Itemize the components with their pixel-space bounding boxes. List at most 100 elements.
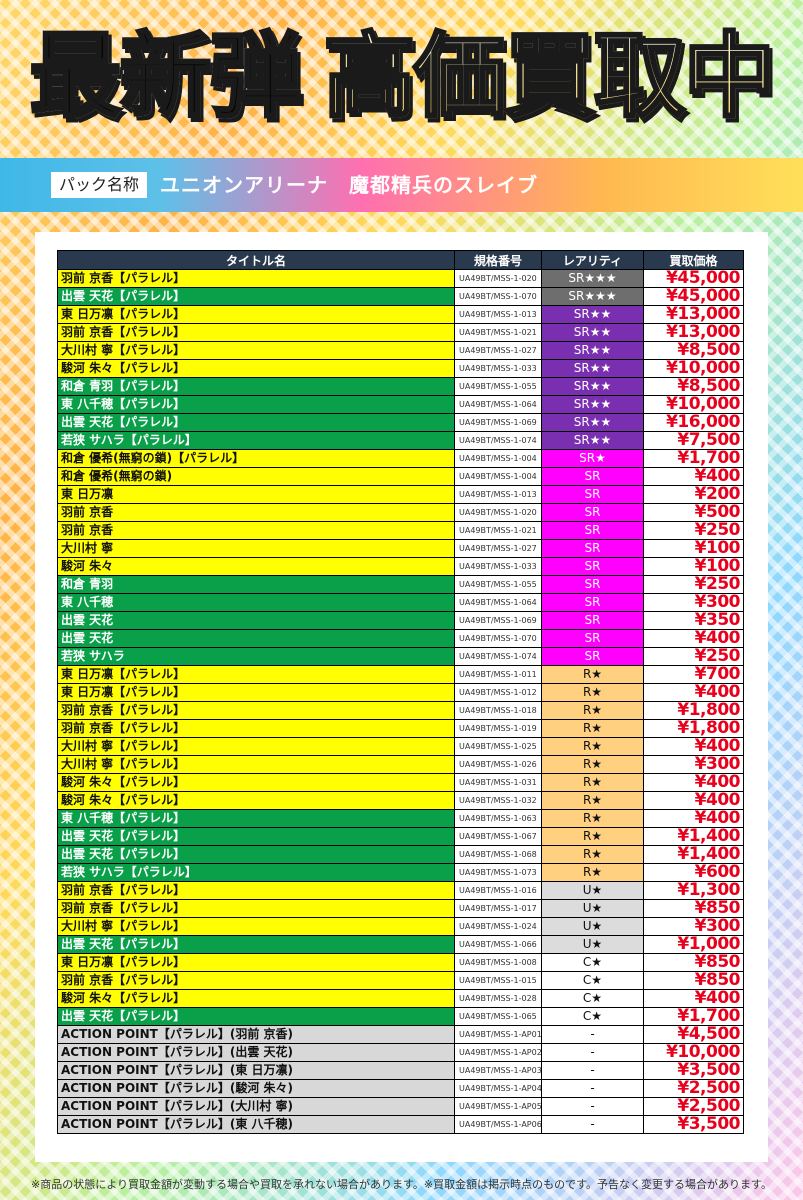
card-code: UA49BT/MSS-1-064 [454,395,542,414]
table-row: 出雲 天花【パラレル】 UA49BT/MSS-1-066 U★ ¥1,000 [57,935,744,954]
card-rarity: SR★★ [541,323,644,342]
card-code: UA49BT/MSS-1-012 [454,683,542,702]
card-price: ¥45,000 [643,287,744,306]
card-code: UA49BT/MSS-1-020 [454,503,542,522]
table-row: 和倉 優希(無窮の鎖) UA49BT/MSS-1-004 SR ¥400 [57,467,744,486]
card-price: ¥400 [643,467,744,486]
card-code: UA49BT/MSS-1-027 [454,341,542,360]
card-code: UA49BT/MSS-1-013 [454,305,542,324]
card-title: 東 八千穂【パラレル】 [57,395,455,414]
card-code: UA49BT/MSS-1-008 [454,953,542,972]
card-title: 羽前 京香【パラレル】 [57,719,455,738]
card-price: ¥100 [643,557,744,576]
card-code: UA49BT/MSS-1-067 [454,827,542,846]
card-code: UA49BT/MSS-1-026 [454,755,542,774]
card-price: ¥400 [643,773,744,792]
card-price: ¥2,500 [643,1097,744,1116]
table-row: 大川村 寧【パラレル】 UA49BT/MSS-1-026 R★ ¥300 [57,755,744,774]
card-rarity: C★ [541,953,644,972]
card-title: ACTION POINT【パラレル】(大川村 寧) [57,1097,455,1116]
card-price: ¥850 [643,971,744,990]
table-row: 羽前 京香 UA49BT/MSS-1-021 SR ¥250 [57,521,744,540]
header-rarity: レアリティ [541,250,644,270]
card-title: 出雲 天花【パラレル】 [57,1007,455,1026]
table-row: 出雲 天花【パラレル】 UA49BT/MSS-1-069 SR★★ ¥16,000 [57,413,744,432]
card-rarity: SR [541,647,644,666]
card-code: UA49BT/MSS-1-021 [454,323,542,342]
card-rarity: SR [541,557,644,576]
card-price: ¥700 [643,665,744,684]
card-title: ACTION POINT【パラレル】(東 八千穂) [57,1115,455,1134]
card-title: 若狭 サハラ【パラレル】 [57,431,455,450]
card-title: 羽前 京香【パラレル】 [57,971,455,990]
card-rarity: U★ [541,881,644,900]
table-header-row: タイトル名 規格番号 レアリティ 買取価格 [57,250,744,270]
table-row: 若狭 サハラ【パラレル】 UA49BT/MSS-1-074 SR★★ ¥7,500 [57,431,744,450]
card-rarity: R★ [541,701,644,720]
card-title: 大川村 寧【パラレル】 [57,917,455,936]
card-code: UA49BT/MSS-1-017 [454,899,542,918]
card-price: ¥1,300 [643,881,744,900]
card-rarity: R★ [541,773,644,792]
table-row: 出雲 天花 UA49BT/MSS-1-069 SR ¥350 [57,611,744,630]
card-title: 東 日万凛【パラレル】 [57,683,455,702]
card-rarity: U★ [541,899,644,918]
card-code: UA49BT/MSS-1-015 [454,971,542,990]
card-code: UA49BT/MSS-1-070 [454,629,542,648]
card-rarity: R★ [541,665,644,684]
card-rarity: SR [541,539,644,558]
card-price: ¥1,700 [643,1007,744,1026]
table-row: ACTION POINT【パラレル】(東 日万凛) UA49BT/MSS-1-AP… [57,1061,744,1080]
card-code: UA49BT/MSS-1-055 [454,377,542,396]
header-price: 買取価格 [643,250,744,270]
table-row: 駿河 朱々【パラレル】 UA49BT/MSS-1-032 R★ ¥400 [57,791,744,810]
table-row: 東 日万凛【パラレル】 UA49BT/MSS-1-008 C★ ¥850 [57,953,744,972]
card-title: 出雲 天花【パラレル】 [57,845,455,864]
card-code: UA49BT/MSS-1-019 [454,719,542,738]
card-title: 出雲 天花【パラレル】 [57,413,455,432]
card-title: 東 日万凛【パラレル】 [57,953,455,972]
card-rarity: SR★★★ [541,287,644,306]
card-price: ¥3,500 [643,1061,744,1080]
header: 最新弾 高価買取中 [0,0,803,150]
table-row: 大川村 寧【パラレル】 UA49BT/MSS-1-024 U★ ¥300 [57,917,744,936]
card-code: UA49BT/MSS-1-018 [454,701,542,720]
card-rarity: SR [541,593,644,612]
card-rarity: SR [541,503,644,522]
card-price: ¥300 [643,755,744,774]
card-rarity: SR [541,467,644,486]
card-title: 和倉 優希(無窮の鎖)【パラレル】 [57,449,455,468]
card-rarity: R★ [541,737,644,756]
card-title: 羽前 京香【パラレル】 [57,323,455,342]
card-rarity: SR [541,611,644,630]
table-row: 和倉 青羽【パラレル】 UA49BT/MSS-1-055 SR★★ ¥8,500 [57,377,744,396]
card-code: UA49BT/MSS-1-AP04 [454,1079,542,1098]
card-rarity: SR [541,629,644,648]
card-rarity: SR★★★ [541,269,644,288]
table-row: 羽前 京香【パラレル】 UA49BT/MSS-1-015 C★ ¥850 [57,971,744,990]
card-code: UA49BT/MSS-1-068 [454,845,542,864]
card-title: 大川村 寧【パラレル】 [57,341,455,360]
card-rarity: SR [541,521,644,540]
table-row: 若狭 サハラ UA49BT/MSS-1-074 SR ¥250 [57,647,744,666]
table-row: 東 八千穂【パラレル】 UA49BT/MSS-1-064 SR★★ ¥10,000 [57,395,744,414]
card-price: ¥400 [643,989,744,1008]
card-rarity: R★ [541,791,644,810]
card-price: ¥10,000 [643,359,744,378]
card-code: UA49BT/MSS-1-024 [454,917,542,936]
card-price: ¥250 [643,575,744,594]
card-price: ¥850 [643,953,744,972]
table-row: 大川村 寧【パラレル】 UA49BT/MSS-1-025 R★ ¥400 [57,737,744,756]
card-title: 羽前 京香【パラレル】 [57,269,455,288]
card-code: UA49BT/MSS-1-064 [454,593,542,612]
table-row: 東 日万凛【パラレル】 UA49BT/MSS-1-011 R★ ¥700 [57,665,744,684]
table-row: 東 八千穂 UA49BT/MSS-1-064 SR ¥300 [57,593,744,612]
card-title: 駿河 朱々【パラレル】 [57,989,455,1008]
card-title: 出雲 天花【パラレル】 [57,827,455,846]
table-row: 駿河 朱々 UA49BT/MSS-1-033 SR ¥100 [57,557,744,576]
card-price: ¥250 [643,647,744,666]
card-code: UA49BT/MSS-1-004 [454,449,542,468]
card-title: 羽前 京香 [57,503,455,522]
card-price: ¥8,500 [643,377,744,396]
card-title: 駿河 朱々【パラレル】 [57,791,455,810]
